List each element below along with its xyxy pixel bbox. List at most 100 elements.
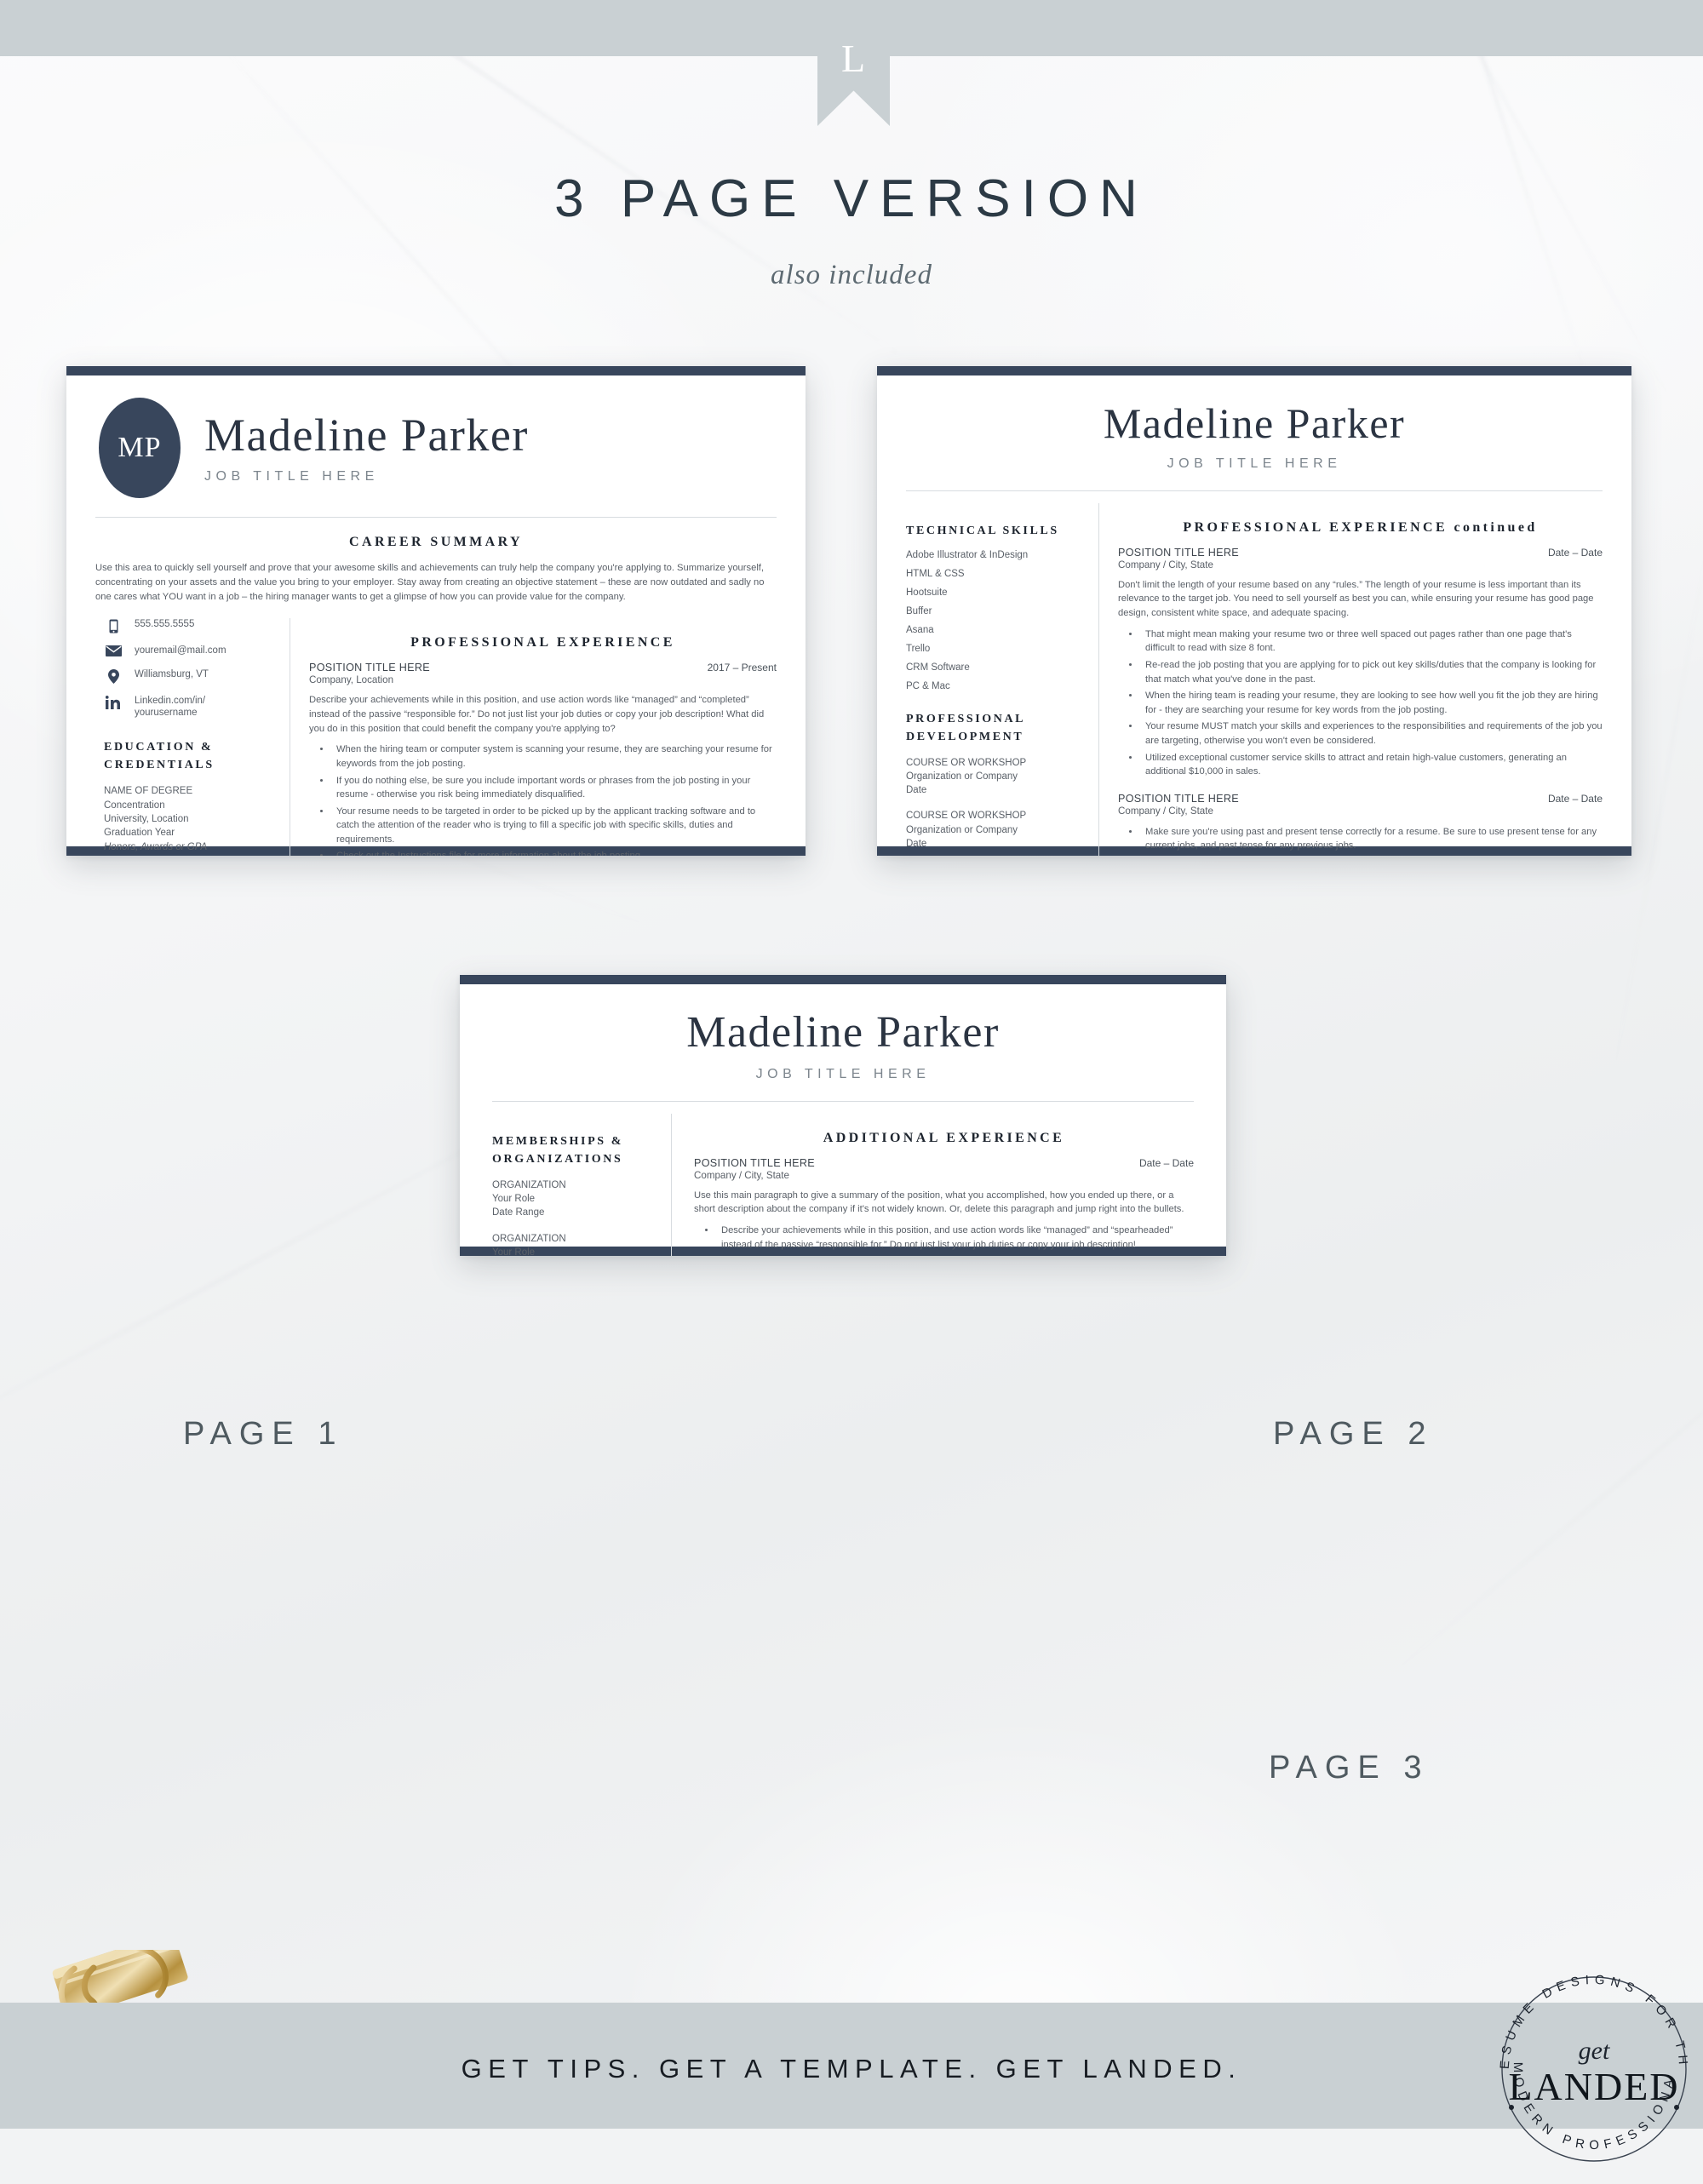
page2-sidebar: TECHNICAL SKILLS Adobe Illustrator & InD… <box>906 503 1098 857</box>
job-date: Date – Date <box>1548 547 1603 559</box>
page-1-label: PAGE 1 <box>183 1416 343 1453</box>
course-heading: COURSE OR WORKSHOP <box>906 809 1085 823</box>
page3-job-title: JOB TITLE HERE <box>492 1067 1194 1082</box>
job-company: Company / City, State <box>1118 559 1603 570</box>
phone-icon <box>104 618 123 633</box>
job-entry: POSITION TITLE HERE 2017 – Present Compa… <box>309 662 777 856</box>
course-org: Organization or Company <box>906 770 1085 783</box>
skill-item: PC & Mac <box>906 681 1085 691</box>
job-bullet: What did you do in this position that co… <box>716 1254 1194 1256</box>
contact-list: 555.555.5555 youremail@mail.com <box>95 618 274 719</box>
job-position: POSITION TITLE HERE <box>1118 793 1239 805</box>
skill-item: Buffer <box>906 606 1085 616</box>
skill-item: Trello <box>906 644 1085 654</box>
page1-header-divider <box>95 517 777 518</box>
page1-header: MP Madeline Parker JOB TITLE HERE <box>95 398 777 498</box>
education-university: University, Location <box>104 812 274 826</box>
page1-job-title: JOB TITLE HERE <box>204 469 529 484</box>
linkedin-icon <box>104 695 123 709</box>
education-concentration: Concentration <box>104 799 274 812</box>
membership-role: Your Role <box>492 1246 657 1256</box>
page2-job-title: JOB TITLE HERE <box>906 456 1603 472</box>
job-bullets: When the hiring team or computer system … <box>331 742 777 856</box>
job-bullet: Your resume MUST match your skills and e… <box>1140 719 1603 748</box>
page2-candidate-name: Madeline Parker <box>906 401 1603 446</box>
location-pin-icon <box>104 668 123 684</box>
job-position: POSITION TITLE HERE <box>694 1157 815 1169</box>
page1-sidebar: 555.555.5555 youremail@mail.com <box>95 618 290 856</box>
education-honors: Honors, Awards or GPA <box>104 840 274 854</box>
job-paragraph: Use this main paragraph to give a summar… <box>694 1189 1194 1218</box>
get-landed-stamp: RESUME DESIGNS FOR THE MODERN PROFESSION… <box>1483 1958 1703 2180</box>
page3-top-rule <box>460 975 1226 984</box>
job-company: Company / City, State <box>1118 805 1603 817</box>
membership-range: Date Range <box>492 1206 657 1219</box>
page2-header-divider <box>906 490 1603 491</box>
membership-entry: ORGANIZATION Your Role Date Range <box>492 1178 657 1220</box>
page3-candidate-name: Madeline Parker <box>492 1010 1194 1057</box>
education-heading: EDUCATION & CREDENTIALS <box>104 738 274 774</box>
career-summary-heading: CAREER SUMMARY <box>95 535 777 550</box>
job-position: POSITION TITLE HERE <box>309 662 430 674</box>
page2-header: Madeline Parker JOB TITLE HERE <box>906 401 1603 472</box>
contact-row-linkedin[interactable]: Linkedin.com/in/ yourusername <box>95 695 274 719</box>
career-summary-text: Use this area to quickly sell yourself a… <box>95 561 777 605</box>
skill-item: Hootsuite <box>906 588 1085 598</box>
job-bullet: Re-read the job posting that you are app… <box>1140 658 1603 686</box>
stamp-script-word: get <box>1579 2037 1610 2065</box>
technical-skills-list: Adobe Illustrator & InDesign HTML & CSS … <box>906 550 1085 691</box>
skill-item: Adobe Illustrator & InDesign <box>906 550 1085 560</box>
job-entry: POSITION TITLE HERE Date – Date Company … <box>694 1157 1194 1256</box>
monogram-initials: MP <box>118 432 161 464</box>
contact-row-email: youremail@mail.com <box>95 645 274 657</box>
job-bullet: Utilized exceptional customer service sk… <box>1140 751 1603 779</box>
job-bullet: Make sure you're using past and present … <box>1140 825 1603 853</box>
additional-experience-heading: ADDITIONAL EXPERIENCE <box>694 1131 1194 1146</box>
memberships-list: ORGANIZATION Your Role Date Range ORGANI… <box>492 1178 657 1256</box>
technical-skills-heading: TECHNICAL SKILLS <box>906 522 1085 540</box>
page2-top-rule <box>877 366 1631 375</box>
membership-entry: ORGANIZATION Your Role Date Range <box>492 1232 657 1256</box>
professional-development-heading: PROFESSIONAL DEVELOPMENT <box>906 710 1085 746</box>
page1-experience-column: PROFESSIONAL EXPERIENCE POSITION TITLE H… <box>290 618 777 856</box>
job-bullets: Describe your achievements while in this… <box>716 1224 1194 1256</box>
job-bullet: Your resume needs to be targeted in orde… <box>331 805 777 847</box>
page1-experience-heading: PROFESSIONAL EXPERIENCE <box>309 635 777 651</box>
contact-row-location: Williamsburg, VT <box>95 668 274 684</box>
job-company: Company / City, State <box>694 1170 1194 1181</box>
course-date: Date <box>906 837 1085 851</box>
education-entry: NAME OF DEGREE Concentration University,… <box>104 784 274 854</box>
course-date: Date <box>906 783 1085 797</box>
membership-role: Your Role <box>492 1192 657 1206</box>
monogram-badge: MP <box>99 398 181 498</box>
contact-linkedin: Linkedin.com/in/ yourusername <box>135 695 205 719</box>
education-grad-year: Graduation Year <box>104 826 274 840</box>
page-subheadline: also included <box>0 260 1703 291</box>
development-entry: COURSE OR WORKSHOP Organization or Compa… <box>906 756 1085 798</box>
job-company: Company, Location <box>309 674 777 685</box>
page2-experience-heading: PROFESSIONAL EXPERIENCE continued <box>1118 520 1603 536</box>
page1-top-rule <box>66 366 806 375</box>
job-bullet: That might mean making your resume two o… <box>1140 628 1603 656</box>
job-bullet: If you do nothing else, be sure you incl… <box>331 774 777 802</box>
skill-item: HTML & CSS <box>906 569 1085 579</box>
job-bullets: Make sure you're using past and present … <box>1140 825 1603 856</box>
page2-experience-column: PROFESSIONAL EXPERIENCE continued POSITI… <box>1099 503 1603 857</box>
membership-org: ORGANIZATION <box>492 1178 657 1192</box>
course-heading: COURSE OR WORKSHOP <box>906 756 1085 770</box>
job-bullet: When the hiring team or computer system … <box>331 742 777 771</box>
contact-location: Williamsburg, VT <box>135 668 209 681</box>
contact-row-phone: 555.555.5555 <box>95 618 274 633</box>
job-position: POSITION TITLE HERE <box>1118 547 1239 559</box>
job-paragraph: Don't limit the length of your resume ba… <box>1118 578 1603 621</box>
envelope-icon <box>104 645 123 656</box>
resume-page-1-sheet: MP Madeline Parker JOB TITLE HERE CAREER… <box>66 366 806 856</box>
page1-candidate-name: Madeline Parker <box>204 411 529 460</box>
page3-experience-column: ADDITIONAL EXPERIENCE POSITION TITLE HER… <box>672 1114 1194 1256</box>
resume-page-2-sheet: Madeline Parker JOB TITLE HERE TECHNICAL… <box>877 366 1631 856</box>
page-3-label: PAGE 3 <box>1269 1750 1429 1786</box>
job-bullet: When the hiring team is reading your res… <box>1140 689 1603 717</box>
job-entry: POSITION TITLE HERE Date – Date Company … <box>1118 547 1603 779</box>
page-2-label: PAGE 2 <box>1273 1416 1433 1453</box>
job-date: Date – Date <box>1139 1157 1194 1169</box>
